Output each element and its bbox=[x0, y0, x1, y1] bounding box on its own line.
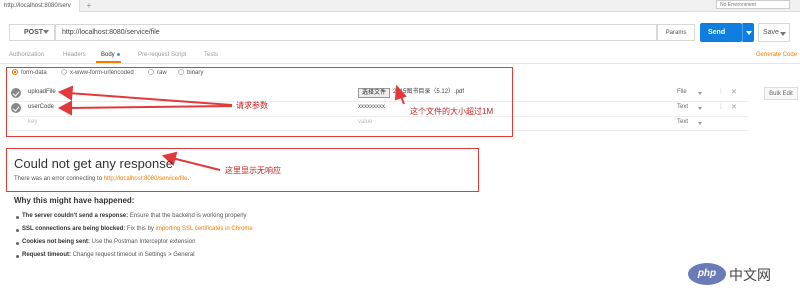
error-url-link[interactable]: http://localhost:8080/service/file bbox=[104, 176, 188, 182]
error-title: Could not get any response bbox=[14, 156, 173, 171]
reason-title: The server couldn't send a response: bbox=[22, 213, 129, 219]
annotation-noresponse: 这里显示无响应 bbox=[225, 166, 281, 175]
why-heading: Why this might have happened: bbox=[14, 196, 135, 205]
error-text: . bbox=[187, 176, 190, 182]
reason-item: SSL connections are being blocked: Fix t… bbox=[22, 226, 253, 232]
reason-item: Request timeout: Change request timeout … bbox=[22, 252, 195, 258]
reason-title: SSL connections are being blocked: bbox=[22, 226, 126, 232]
error-text: There was an error connecting to bbox=[14, 176, 104, 182]
annotation-filesize: 这个文件的大小超过1M bbox=[410, 107, 494, 116]
bullet bbox=[16, 216, 19, 219]
watermark-text: 中文网 bbox=[729, 267, 771, 283]
reason-title: Cookies not being sent: bbox=[22, 239, 91, 245]
bullet bbox=[16, 255, 19, 258]
ssl-certificates-link[interactable]: importing SSL certificates in Chrome bbox=[156, 226, 253, 232]
reason-text: Use the Postman Interceptor extension bbox=[90, 239, 196, 245]
reason-item: The server couldn't send a response: Ens… bbox=[22, 213, 247, 219]
site-watermark: php 中文网 bbox=[688, 263, 792, 287]
bullet bbox=[16, 229, 19, 232]
error-subtitle: There was an error connecting to http://… bbox=[14, 176, 189, 182]
reason-title: Request timeout: bbox=[22, 252, 72, 258]
reason-text: Ensure that the backend is working prope… bbox=[128, 213, 247, 219]
reason-text: Change request timeout in Settings > Gen… bbox=[71, 252, 195, 258]
php-logo: php bbox=[688, 263, 726, 285]
reason-item: Cookies not being sent: Use the Postman … bbox=[22, 239, 195, 245]
bullet bbox=[16, 242, 19, 245]
annotation-arrows bbox=[57, 84, 407, 171]
reason-text: Fix this by bbox=[125, 226, 156, 232]
annotation-params: 请求参数 bbox=[236, 101, 268, 110]
